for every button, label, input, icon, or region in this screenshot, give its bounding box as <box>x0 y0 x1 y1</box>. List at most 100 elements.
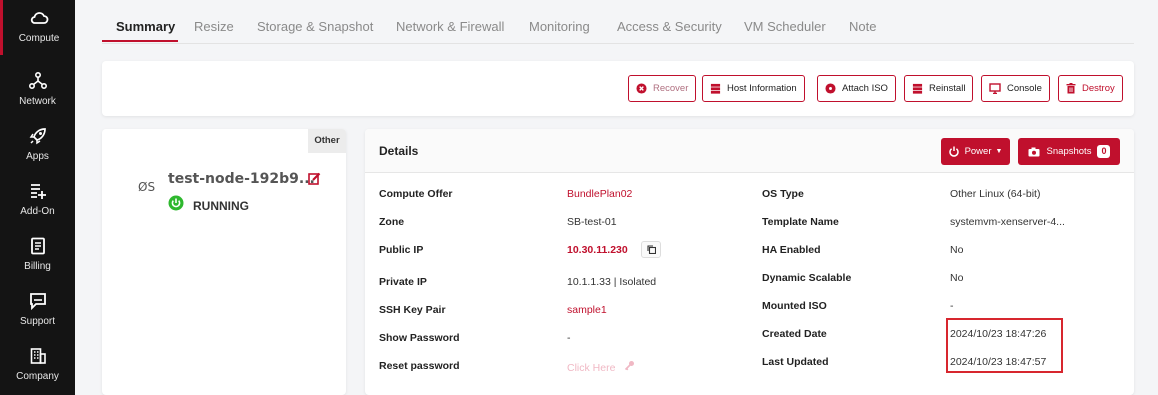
sidebar-item-add-on[interactable]: Add-On <box>0 173 75 228</box>
power-dropdown-button[interactable]: Power ▼ <box>941 138 1010 165</box>
copy-icon[interactable] <box>641 241 661 258</box>
attach-iso-button[interactable]: Attach ISO <box>817 75 896 102</box>
zone-value: SB-test-01 <box>567 216 617 228</box>
tab-summary[interactable]: Summary <box>116 19 175 34</box>
details-header: Details Power ▼ Snapshots 0 <box>365 129 1134 173</box>
sidebar: Compute Network Apps Add-On Billing Supp… <box>0 0 75 395</box>
power-label: Power <box>964 146 992 157</box>
active-tab-indicator <box>102 40 178 42</box>
tab-access-security[interactable]: Access & Security <box>617 19 722 34</box>
host-information-label: Host Information <box>727 83 797 94</box>
dynamic-scalable-value: No <box>950 272 964 284</box>
created-date-label: Created Date <box>762 328 827 340</box>
ssh-key-pair-label: SSH Key Pair <box>379 304 446 316</box>
receipt-icon <box>0 236 75 258</box>
sidebar-item-support[interactable]: Support <box>0 283 75 338</box>
sidebar-item-compute[interactable]: Compute <box>0 0 75 55</box>
sidebar-item-company[interactable]: Company <box>0 338 75 393</box>
camera-icon <box>1028 147 1040 157</box>
rocket-icon <box>0 126 75 148</box>
tab-vm-scheduler[interactable]: VM Scheduler <box>744 19 826 34</box>
compute-offer-label: Compute Offer <box>379 188 453 200</box>
disc-icon <box>825 83 836 94</box>
edit-icon[interactable] <box>308 172 321 190</box>
public-ip-label: Public IP <box>379 244 424 256</box>
sidebar-label: Support <box>19 316 56 327</box>
sidebar-item-network[interactable]: Network <box>0 63 75 118</box>
vm-name: test-node-192b9... <box>168 171 315 187</box>
reinstall-button[interactable]: Reinstall <box>904 75 974 102</box>
ha-enabled-value: No <box>950 244 964 256</box>
console-button[interactable]: Console <box>981 75 1050 102</box>
sidebar-item-apps[interactable]: Apps <box>0 118 75 173</box>
mounted-iso-label: Mounted ISO <box>762 300 827 312</box>
os-icon: ØS <box>138 180 156 194</box>
destroy-label: Destroy <box>1082 83 1115 94</box>
public-ip-value: 10.30.11.230 <box>567 244 628 256</box>
sidebar-item-billing[interactable]: Billing <box>0 228 75 283</box>
destroy-button[interactable]: Destroy <box>1058 75 1123 102</box>
host-information-button[interactable]: Host Information <box>702 75 805 102</box>
server-icon <box>912 83 923 94</box>
template-name-label: Template Name <box>762 216 839 228</box>
sidebar-label: Add-On <box>20 206 55 217</box>
key-icon <box>624 361 635 374</box>
vm-summary-card: Other ØS test-node-192b9... RUNNING <box>102 129 346 395</box>
cloud-icon <box>3 8 75 30</box>
attach-iso-label: Attach ISO <box>842 83 888 94</box>
sidebar-label: Company <box>16 371 59 382</box>
show-password-label: Show Password <box>379 332 460 344</box>
monitor-icon <box>989 83 1001 94</box>
private-ip-label: Private IP <box>379 276 427 288</box>
sidebar-label: Compute <box>18 33 60 44</box>
list-add-icon <box>0 181 75 203</box>
recover-label: Recover <box>653 83 689 94</box>
tab-monitoring[interactable]: Monitoring <box>529 19 590 34</box>
sidebar-label: Network <box>19 96 56 107</box>
action-toolbar: Recover Host Information Attach ISO Rein… <box>102 61 1134 116</box>
ssh-key-pair-value[interactable]: sample1 <box>567 304 607 316</box>
reset-password-link-text: Click Here <box>567 362 616 374</box>
recover-button[interactable]: Recover <box>628 75 697 102</box>
tab-storage-snapshot[interactable]: Storage & Snapshot <box>257 19 373 34</box>
ha-enabled-label: HA Enabled <box>762 244 821 256</box>
tab-resize[interactable]: Resize <box>194 19 234 34</box>
building-icon <box>0 346 75 368</box>
reset-password-label: Reset password <box>379 360 460 372</box>
snapshots-button[interactable]: Snapshots 0 <box>1018 138 1120 165</box>
show-password-value: - <box>567 332 571 344</box>
zone-label: Zone <box>379 216 405 228</box>
details-card: Details Power ▼ Snapshots 0 Compute Offe… <box>365 129 1134 395</box>
last-updated-label: Last Updated <box>762 356 829 368</box>
reinstall-label: Reinstall <box>929 83 966 94</box>
os-category-badge: Other <box>308 129 346 153</box>
server-icon <box>710 83 721 94</box>
compute-offer-value[interactable]: BundlePlan02 <box>567 188 632 200</box>
power-running-icon <box>168 195 184 216</box>
snapshots-count-badge: 0 <box>1097 145 1111 158</box>
tab-network-firewall[interactable]: Network & Firewall <box>396 19 504 34</box>
os-type-value: Other Linux (64-bit) <box>950 188 1041 200</box>
caret-down-icon: ▼ <box>995 148 1003 155</box>
mounted-iso-value: - <box>950 300 954 312</box>
sidebar-label: Billing <box>24 261 51 272</box>
details-title: Details <box>379 144 419 158</box>
dynamic-scalable-label: Dynamic Scalable <box>762 272 852 284</box>
power-icon <box>948 146 959 157</box>
template-name-value: systemvm-xenserver-4... <box>950 216 1065 228</box>
vm-status: RUNNING <box>168 195 249 216</box>
snapshots-label: Snapshots <box>1046 146 1092 157</box>
os-type-label: OS Type <box>762 188 804 200</box>
chat-icon <box>0 291 75 313</box>
tab-note[interactable]: Note <box>849 19 876 34</box>
private-ip-value: 10.1.1.33 | Isolated <box>567 276 657 288</box>
sidebar-label: Apps <box>26 151 49 162</box>
network-icon <box>0 71 75 93</box>
trash-icon <box>1066 83 1076 94</box>
reset-password-link[interactable]: Click Here <box>567 360 635 374</box>
console-label: Console <box>1007 83 1042 94</box>
date-highlight-box <box>946 318 1063 373</box>
status-text: RUNNING <box>193 198 249 213</box>
tab-bar: Summary Resize Storage & Snapshot Networ… <box>102 0 1134 44</box>
cancel-circle-icon <box>636 83 647 94</box>
